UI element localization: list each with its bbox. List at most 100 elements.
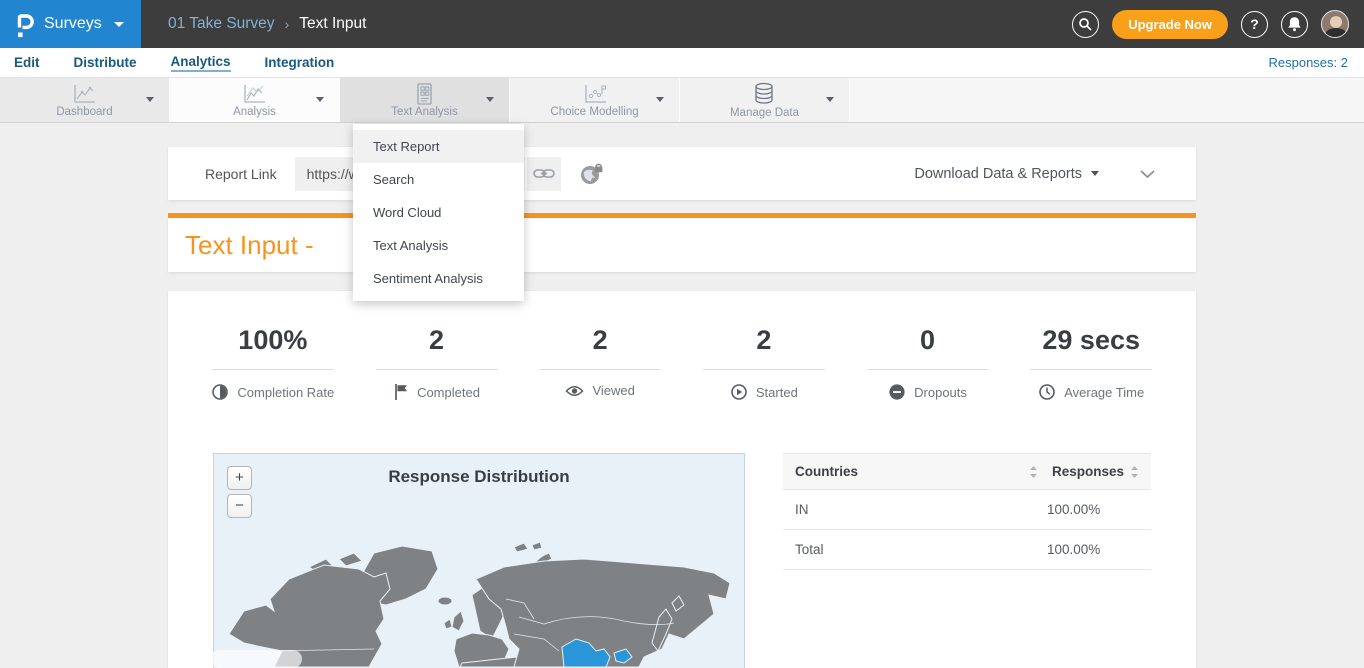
product-name: Surveys	[44, 15, 102, 33]
stat-value: 29 secs	[1009, 325, 1173, 356]
half-circle-icon	[211, 383, 229, 401]
download-label: Download Data & Reports	[914, 166, 1082, 182]
map-attribution	[210, 650, 302, 668]
avatar-head	[1330, 16, 1342, 28]
upgrade-now-button[interactable]: Upgrade Now	[1112, 10, 1228, 39]
database-icon	[751, 82, 777, 106]
sort-responses-button[interactable]	[1130, 465, 1139, 479]
tab-analysis[interactable]: Analysis	[170, 78, 340, 122]
breadcrumb: 01 Take Survey › Text Input	[141, 15, 1072, 33]
nav-item-integration[interactable]: Integration	[265, 55, 335, 71]
map-zoom-in-button[interactable]: +	[227, 466, 252, 490]
link-icon	[533, 167, 555, 180]
menu-item-search[interactable]: Search	[353, 163, 524, 196]
nav-item-edit[interactable]: Edit	[14, 55, 40, 71]
tab-caret-icon[interactable]	[316, 97, 324, 102]
value-cell: 100.00%	[1047, 542, 1139, 557]
flag-icon	[393, 383, 409, 401]
report-link-label: Report Link	[205, 166, 277, 182]
sort-icon	[1130, 465, 1139, 479]
download-caret-icon	[1091, 171, 1099, 176]
avatar-body	[1325, 28, 1347, 38]
stat-average-time: 29 secs Average Time	[1009, 325, 1173, 401]
breadcrumb-separator: ›	[285, 16, 290, 32]
tab-caret-icon[interactable]	[486, 97, 494, 102]
country-cell: Total	[795, 542, 1033, 557]
collapse-report-bar-button[interactable]	[1139, 169, 1156, 179]
stats-row: 100% Completion Rate 2	[168, 291, 1196, 401]
table-row: Total 100.00%	[783, 530, 1151, 570]
search-button[interactable]	[1072, 11, 1099, 38]
nav-item-analytics[interactable]: Analytics	[171, 54, 231, 72]
copy-link-button[interactable]	[527, 157, 561, 191]
world-map[interactable]	[214, 539, 744, 668]
notifications-button[interactable]	[1281, 11, 1308, 38]
stat-value: 2	[518, 325, 682, 356]
stat-completion-rate: 100% Completion Rate	[191, 325, 355, 401]
map-zoom-out-button[interactable]: −	[227, 494, 252, 518]
tab-label: Analysis	[233, 106, 276, 118]
play-circle-icon	[730, 383, 748, 401]
trend-chart-icon	[241, 83, 267, 105]
top-bar: Surveys 01 Take Survey › Text Input Upgr…	[0, 0, 1364, 48]
menu-item-text-analysis[interactable]: Text Analysis	[353, 229, 524, 262]
tab-manage-data[interactable]: Manage Data	[680, 78, 850, 122]
breadcrumb-current-page: Text Input	[299, 15, 366, 33]
table-header-row: Countries Responses	[783, 453, 1151, 490]
sort-icon	[1029, 465, 1038, 479]
tab-caret-icon[interactable]	[826, 97, 834, 102]
analytics-toolbar: Dashboard Analysis Text Analysis	[0, 78, 1364, 123]
tab-label: Dashboard	[56, 106, 112, 118]
breadcrumb-survey-link[interactable]: 01 Take Survey	[168, 15, 275, 33]
stat-dropouts: 0 Dropouts	[846, 325, 1010, 401]
tab-label: Choice Modelling	[550, 106, 638, 118]
stat-label-text: Viewed	[592, 383, 634, 398]
stat-viewed: 2 Viewed	[518, 325, 682, 401]
column-header-responses: Responses	[1052, 464, 1130, 479]
scatter-flag-icon	[582, 83, 608, 105]
column-header-countries: Countries	[795, 464, 1029, 479]
download-data-reports-menu[interactable]: Download Data & Reports	[914, 166, 1099, 182]
clock-icon	[1038, 383, 1056, 401]
product-switcher[interactable]: Surveys	[0, 0, 141, 48]
search-icon	[1078, 17, 1093, 32]
stat-label-text: Started	[756, 385, 798, 400]
stat-value: 0	[846, 325, 1010, 356]
text-report-icon	[411, 83, 437, 105]
page-title: Text Input -	[185, 230, 314, 261]
user-avatar[interactable]	[1321, 10, 1349, 38]
countries-table: Countries Responses	[783, 453, 1151, 668]
report-link-bar: Report Link Downloa	[168, 147, 1196, 200]
survey-nav: Edit Distribute Analytics Integration Re…	[0, 48, 1364, 78]
nav-item-distribute[interactable]: Distribute	[74, 55, 137, 71]
table-row: IN 100.00%	[783, 490, 1151, 530]
stat-completed: 2 Completed	[355, 325, 519, 401]
stat-value: 100%	[191, 325, 355, 356]
map-title: Response Distribution	[214, 467, 744, 487]
menu-item-text-report[interactable]: Text Report	[353, 130, 524, 163]
text-analysis-menu: Text Report Search Word Cloud Text Analy…	[353, 124, 524, 301]
toolbar-filler	[850, 78, 1364, 122]
country-cell: IN	[795, 502, 1033, 517]
map-zoom-controls: + −	[227, 466, 252, 522]
tab-caret-icon[interactable]	[656, 97, 664, 102]
main-area: Report Link Downloa	[0, 147, 1364, 668]
tab-dashboard[interactable]: Dashboard	[0, 78, 170, 122]
minus-circle-icon	[888, 383, 906, 401]
question-title-card: Text Input -	[168, 218, 1196, 272]
stat-value: 2	[355, 325, 519, 356]
tab-text-analysis[interactable]: Text Analysis	[340, 78, 510, 122]
top-actions: Upgrade Now ?	[1072, 10, 1364, 39]
help-button[interactable]: ?	[1241, 11, 1268, 38]
stat-started: 2 Started	[682, 325, 846, 401]
tab-caret-icon[interactable]	[146, 97, 154, 102]
privacy-settings-button[interactable]	[579, 161, 605, 186]
chevron-down-icon	[1139, 169, 1156, 179]
globe-lock-icon	[579, 161, 605, 186]
tab-choice-modelling[interactable]: Choice Modelling	[510, 78, 680, 122]
response-distribution-map[interactable]: Response Distribution + −	[213, 453, 745, 668]
stat-label-text: Dropouts	[914, 385, 967, 400]
menu-item-word-cloud[interactable]: Word Cloud	[353, 196, 524, 229]
menu-item-sentiment-analysis[interactable]: Sentiment Analysis	[353, 262, 524, 295]
sort-countries-button[interactable]	[1029, 465, 1038, 479]
